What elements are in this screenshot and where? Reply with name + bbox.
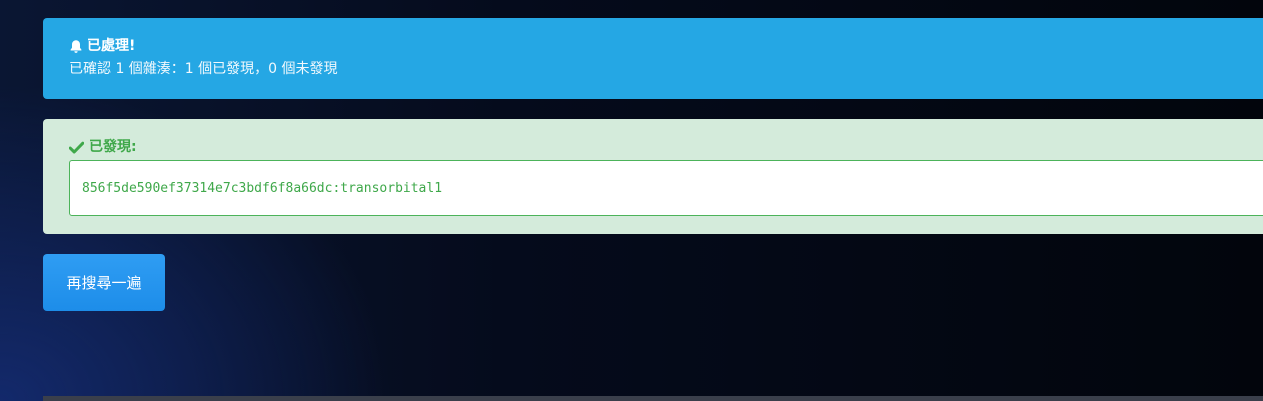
check-icon bbox=[69, 141, 84, 154]
alert-message: 已確認 1 個雜湊：1 個已發現，0 個未發現 bbox=[69, 61, 338, 77]
found-panel: 已發現: 856f5de590ef37314e7c3bdf6f8a66dc:tr… bbox=[43, 119, 1263, 234]
found-title-row: 已發現: bbox=[69, 139, 1257, 156]
processed-alert: 已處理! 已確認 1 個雜湊：1 個已發現，0 個未發現 bbox=[43, 18, 1263, 99]
found-title: 已發現: bbox=[89, 139, 137, 155]
alert-title-row: 已處理! bbox=[69, 37, 1257, 55]
search-again-button[interactable]: 再搜尋一遍 bbox=[43, 254, 165, 311]
bell-icon bbox=[70, 39, 82, 53]
found-result-text: 856f5de590ef37314e7c3bdf6f8a66dc:transor… bbox=[82, 180, 443, 196]
found-result-field[interactable]: 856f5de590ef37314e7c3bdf6f8a66dc:transor… bbox=[69, 160, 1263, 216]
alert-title: 已處理! bbox=[87, 38, 136, 54]
footer-bar bbox=[43, 396, 1263, 401]
